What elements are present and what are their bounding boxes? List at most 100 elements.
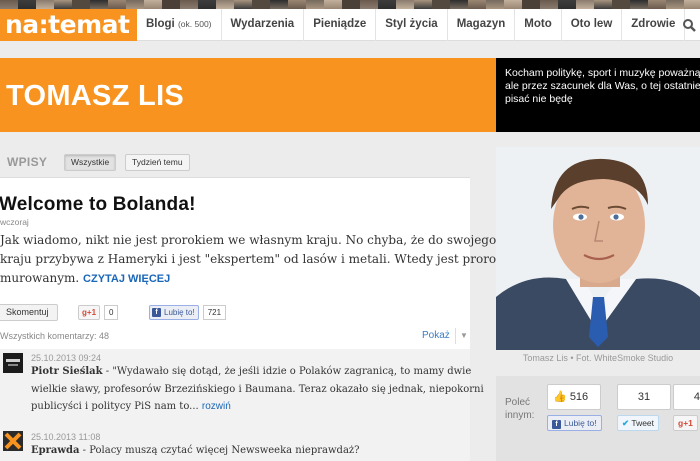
- post-excerpt: Jak wiadomo, nikt nie jest prorokiem we …: [0, 231, 526, 289]
- author-thumbnail[interactable]: [666, 0, 684, 9]
- author-thumbnail[interactable]: [648, 0, 666, 9]
- chevron-down-icon[interactable]: ▼: [460, 331, 468, 340]
- author-thumbnail[interactable]: [252, 0, 270, 9]
- gplus-count: 0: [104, 305, 119, 320]
- entries-header: WPISY Wszystkie Tydzień temu: [0, 145, 470, 178]
- search-icon[interactable]: [678, 9, 700, 41]
- author-thumbnail[interactable]: [36, 0, 54, 9]
- author-thumbnail[interactable]: [540, 0, 558, 9]
- nav-item-magazyn[interactable]: Magazyn: [448, 9, 516, 41]
- facebook-share-count: 👍 516: [547, 384, 601, 410]
- author-thumbnail[interactable]: [414, 0, 432, 9]
- site-logo[interactable]: na:temat: [0, 9, 137, 41]
- author-thumbnail[interactable]: [360, 0, 378, 9]
- motto-line: pisać nie będę: [505, 93, 573, 105]
- author-thumbnail[interactable]: [576, 0, 594, 9]
- facebook-icon: f: [152, 308, 161, 317]
- comment-author[interactable]: Eprawda: [31, 445, 79, 456]
- author-thumbnail[interactable]: [90, 0, 108, 9]
- facebook-like-button[interactable]: f Lubię to!: [149, 305, 199, 320]
- author-thumbnail[interactable]: [234, 0, 252, 9]
- excerpt-line: murowanym.: [0, 271, 80, 285]
- author-thumbnail[interactable]: [684, 0, 700, 9]
- photo-caption: Tomasz Lis • Fot. WhiteSmoke Studio: [522, 353, 674, 363]
- post-date: wczoraj: [0, 217, 29, 227]
- author-thumbnail[interactable]: [450, 0, 468, 9]
- author-thumbnail[interactable]: [504, 0, 522, 9]
- tab-all[interactable]: Wszystkie: [64, 154, 117, 171]
- authors-strip[interactable]: [0, 0, 700, 9]
- expand-comment-link[interactable]: rozwiń: [202, 401, 231, 412]
- nav-item-oto-lew[interactable]: Oto lew: [562, 9, 623, 41]
- tab-last-week[interactable]: Tydzień temu: [125, 154, 190, 171]
- comment-text: Piotr Sieślak - "Wydawało się dotąd, że …: [31, 366, 484, 412]
- nav-item-wydarzenia[interactable]: Wydarzenia: [222, 9, 305, 41]
- top-navigation: na:temat Blogi (ok. 500) Wydarzenia Pien…: [0, 9, 700, 41]
- read-more-link[interactable]: CZYTAJ WIĘCEJ: [83, 273, 170, 285]
- author-thumbnail[interactable]: [270, 0, 288, 9]
- author-name[interactable]: TOMASZ LIS: [6, 79, 184, 113]
- excerpt-line: Jak wiadomo, nikt nie jest prorokiem we …: [0, 233, 497, 247]
- gplus-button[interactable]: g+1: [78, 305, 101, 320]
- twitter-bird-icon: ✔: [622, 418, 630, 428]
- comment-text: Eprawda - Polacy muszą czytać więcej New…: [31, 445, 360, 456]
- excerpt-line: kraju przybywa z Hameryki i jest "eksper…: [0, 252, 526, 266]
- author-thumbnail[interactable]: [306, 0, 324, 9]
- author-thumbnail[interactable]: [594, 0, 612, 9]
- author-thumbnail[interactable]: [0, 0, 18, 9]
- comments-bar: Wszystkich komentarzy: 48 Pokaż ▼: [0, 328, 470, 348]
- author-thumbnail[interactable]: [18, 0, 36, 9]
- share-box: Poleć innym: 👍 516 f Lubię to! 31 ✔ Tweet …: [496, 376, 700, 461]
- nav-item-zdrowie[interactable]: Zdrowie: [622, 9, 686, 41]
- entries-title: WPISY: [7, 155, 48, 169]
- nav-item-styl-zycia[interactable]: Styl życia: [376, 9, 448, 41]
- author-photo: [496, 147, 700, 350]
- author-thumbnail[interactable]: [126, 0, 144, 9]
- author-thumbnail[interactable]: [432, 0, 450, 9]
- author-thumbnail[interactable]: [558, 0, 576, 9]
- facebook-like-button[interactable]: f Lubię to!: [547, 415, 602, 431]
- nav-item-pieniadze[interactable]: Pieniądze: [304, 9, 377, 41]
- post-title[interactable]: Welcome to Bolanda!: [0, 194, 196, 216]
- author-thumbnail[interactable]: [396, 0, 414, 9]
- author-thumbnail[interactable]: [72, 0, 90, 9]
- author-thumbnail[interactable]: [108, 0, 126, 9]
- motto-line: ale przez szacunek dla Was, o tej ostatn…: [505, 80, 700, 92]
- nav-item-blogi[interactable]: Blogi (ok. 500): [137, 9, 222, 41]
- gplus-widget: g+1 0: [78, 304, 119, 321]
- gplus-button[interactable]: g+1: [673, 415, 698, 431]
- tweet-count: 31: [617, 384, 671, 410]
- comment-button[interactable]: Skomentuj: [0, 304, 58, 321]
- author-thumbnail[interactable]: [144, 0, 162, 9]
- author-thumbnail[interactable]: [288, 0, 306, 9]
- author-thumbnail[interactable]: [612, 0, 630, 9]
- author-thumbnail[interactable]: [486, 0, 504, 9]
- tweet-button[interactable]: ✔ Tweet: [617, 415, 660, 431]
- author-thumbnail[interactable]: [198, 0, 216, 9]
- author-thumbnail[interactable]: [378, 0, 396, 9]
- author-thumbnail[interactable]: [216, 0, 234, 9]
- facebook-like-count: 721: [202, 305, 227, 320]
- author-motto: Kocham politykę, sport i muzykę poważną,…: [496, 58, 700, 132]
- gplus-share-count: 46: [673, 384, 700, 410]
- author-thumbnail[interactable]: [324, 0, 342, 9]
- author-thumbnail[interactable]: [630, 0, 648, 9]
- nav-item-moto[interactable]: Moto: [515, 9, 562, 41]
- author-thumbnail[interactable]: [162, 0, 180, 9]
- author-thumbnail[interactable]: [342, 0, 360, 9]
- facebook-like-widget: f Lubię to! 721: [149, 304, 227, 321]
- show-comments-link[interactable]: Pokaż: [422, 330, 450, 341]
- author-thumbnail[interactable]: [468, 0, 486, 9]
- share-label: Poleć innym:: [505, 397, 535, 421]
- avatar[interactable]: [3, 431, 23, 451]
- comments-list: 25.10.2013 09:24 Piotr Sieślak - "Wydawa…: [0, 349, 484, 461]
- author-thumbnail[interactable]: [522, 0, 540, 9]
- main-menu: Blogi (ok. 500) Wydarzenia Pieniądze Sty…: [137, 9, 686, 41]
- comment-date: 25.10.2013 09:24: [31, 353, 102, 363]
- avatar[interactable]: [3, 353, 23, 373]
- author-thumbnail[interactable]: [180, 0, 198, 9]
- comment-author[interactable]: Piotr Sieślak: [31, 366, 103, 377]
- author-thumbnail[interactable]: [54, 0, 72, 9]
- thumbs-up-icon: 👍: [553, 391, 567, 403]
- motto-line: Kocham politykę, sport i muzykę poważną,: [505, 67, 700, 79]
